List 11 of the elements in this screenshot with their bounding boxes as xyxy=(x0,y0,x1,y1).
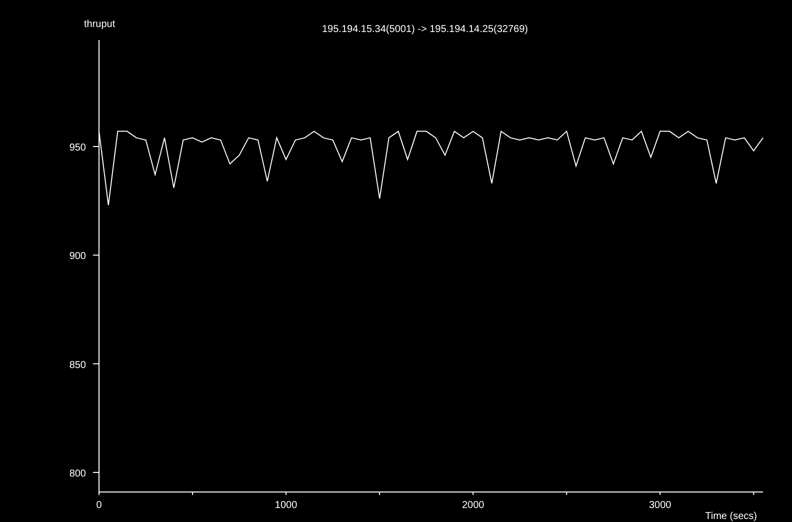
x-axis-label: Time (secs) xyxy=(705,511,757,522)
x-tick-label: 0 xyxy=(96,500,102,511)
x-tick-label: 3000 xyxy=(649,500,672,511)
y-axis-label: thruput xyxy=(84,19,116,30)
y-tick-label: 950 xyxy=(69,142,86,154)
x-tick-label: 2000 xyxy=(462,500,484,511)
y-tick-label: 850 xyxy=(69,360,86,371)
x-tick-label: 1000 xyxy=(274,500,298,511)
y-tick-label: 800 xyxy=(69,468,86,480)
chart-title: 195.194.15.34(5001) -> 195.194.14.25(32769) xyxy=(322,24,528,35)
y-tick-label: 900 xyxy=(69,251,86,262)
